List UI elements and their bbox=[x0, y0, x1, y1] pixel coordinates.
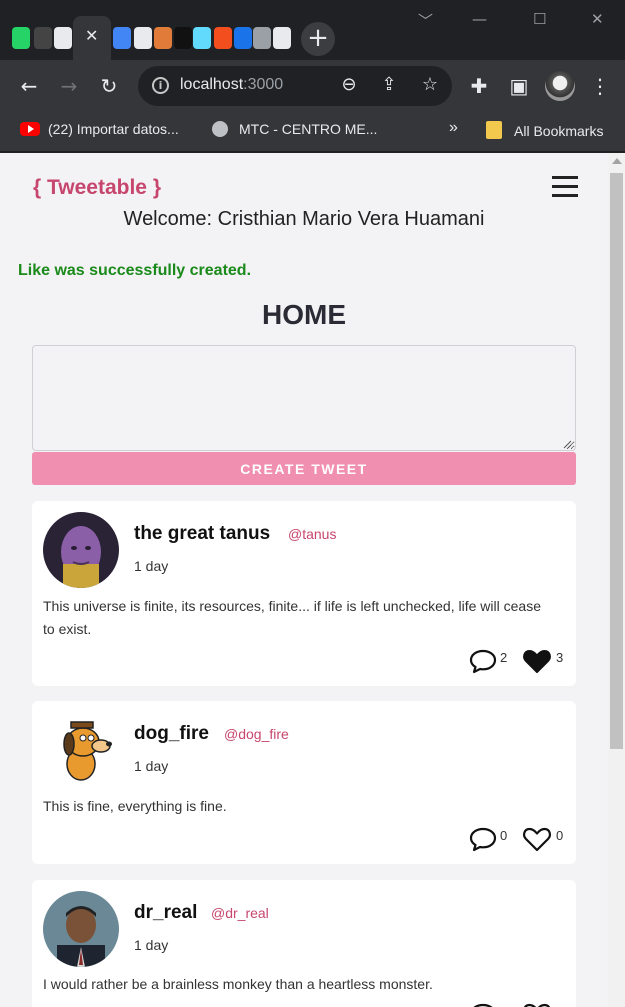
comment-icon bbox=[473, 1003, 493, 1007]
tweet-actions bbox=[468, 1002, 564, 1007]
bookmarks-overflow-icon[interactable]: » bbox=[449, 119, 458, 137]
side-panel-icon[interactable]: ▣ bbox=[507, 74, 531, 98]
like-count: 3 bbox=[556, 650, 564, 665]
heart-outline-icon bbox=[523, 827, 551, 852]
tweet-time: 1 day bbox=[134, 758, 169, 774]
heart-filled-icon bbox=[523, 650, 551, 673]
tweet-actions: 0 0 bbox=[468, 826, 564, 852]
page-scrollbar[interactable] bbox=[608, 153, 625, 1007]
star-icon[interactable]: ☆ bbox=[419, 74, 441, 95]
tweet-time: 1 day bbox=[134, 937, 169, 953]
whatsapp-tab-icon[interactable] bbox=[12, 27, 30, 49]
comment-button[interactable] bbox=[468, 1002, 508, 1007]
code-tab-icon[interactable] bbox=[174, 27, 192, 49]
welcome-message: Welcome: Cristhian Mario Vera Huamani bbox=[123, 208, 485, 230]
figma-tab-icon[interactable] bbox=[214, 27, 232, 49]
like-button[interactable] bbox=[522, 1002, 564, 1007]
like-button[interactable]: 3 bbox=[522, 648, 564, 674]
like-button[interactable]: 0 bbox=[522, 826, 564, 852]
all-bookmarks[interactable]: All Bookmarks bbox=[486, 121, 603, 139]
youtube-icon bbox=[20, 122, 40, 136]
browser-toolbar: ← → ↻ i localhost:3000 ⊖ ⇪ ☆ ✚ ▣ ⋮ bbox=[0, 60, 625, 112]
bookmarks-bar: (22) Importar datos... MTC - CENTRO ME..… bbox=[0, 112, 625, 152]
tab-strip: ✕ + ﹀ — ☐ ✕ bbox=[0, 0, 625, 60]
dog-avatar[interactable] bbox=[43, 712, 119, 788]
tweet-body: This universe is finite, its resources, … bbox=[43, 598, 541, 637]
tweet-body: This is fine, everything is fine. bbox=[43, 798, 227, 814]
tweet-author-handle[interactable]: @dr_real bbox=[211, 905, 269, 921]
heart-outline-icon bbox=[523, 1003, 551, 1007]
resize-handle-icon[interactable] bbox=[562, 439, 572, 449]
scientist-avatar[interactable] bbox=[43, 891, 119, 967]
github-tab-icon[interactable] bbox=[54, 27, 72, 49]
url-text[interactable]: localhost:3000 bbox=[180, 76, 283, 94]
google-tab-icon[interactable] bbox=[134, 27, 152, 49]
scroll-up-arrow-icon[interactable] bbox=[612, 158, 622, 164]
page-title: HOME bbox=[262, 299, 346, 330]
active-tab[interactable]: ✕ bbox=[73, 16, 111, 60]
close-tab-icon[interactable]: ✕ bbox=[85, 28, 98, 44]
tweet-composer[interactable] bbox=[32, 345, 576, 451]
like-count: 0 bbox=[556, 828, 564, 843]
comment-button[interactable]: 2 bbox=[468, 648, 508, 674]
menu-icon[interactable]: ⋮ bbox=[588, 74, 612, 98]
back-icon[interactable]: ← bbox=[17, 74, 41, 98]
reload-icon[interactable]: ↻ bbox=[97, 74, 121, 98]
comment-count: 2 bbox=[500, 650, 508, 665]
brand-logo[interactable]: { Tweetable } bbox=[33, 176, 161, 200]
tweet-author-handle[interactable]: @tanus bbox=[288, 526, 336, 542]
basketball-tab-icon[interactable] bbox=[154, 27, 172, 49]
minimize-icon[interactable]: — bbox=[472, 10, 487, 28]
hamburger-menu-icon[interactable] bbox=[552, 176, 578, 198]
window-close-icon[interactable]: ✕ bbox=[591, 10, 604, 28]
flash-notice: Like was successfully created. bbox=[18, 262, 252, 279]
translate-tab-icon[interactable] bbox=[113, 27, 131, 49]
tweet-author-name[interactable]: dr_real bbox=[134, 902, 197, 924]
comment-icon bbox=[469, 827, 497, 852]
site-tab-icon[interactable] bbox=[253, 27, 271, 49]
comment-count: 0 bbox=[500, 828, 508, 843]
tweet-card: dr_real @dr_real 1 day I would rather be… bbox=[32, 880, 576, 1007]
phone-tab-icon[interactable] bbox=[34, 27, 52, 49]
globe-icon bbox=[212, 121, 228, 137]
extensions-icon[interactable]: ✚ bbox=[467, 74, 491, 98]
page-viewport: { Tweetable } Welcome: Cristhian Mario V… bbox=[0, 153, 625, 1007]
calendar-tab-icon[interactable] bbox=[234, 27, 252, 49]
site-info-icon[interactable]: i bbox=[152, 77, 169, 94]
shield-tab-icon[interactable] bbox=[273, 27, 291, 49]
tweet-time: 1 day bbox=[134, 558, 169, 574]
profile-avatar[interactable] bbox=[545, 71, 575, 101]
address-bar[interactable]: i localhost:3000 ⊖ ⇪ ☆ bbox=[138, 66, 452, 106]
zoom-icon[interactable]: ⊖ bbox=[338, 74, 360, 95]
comment-icon bbox=[469, 649, 497, 674]
forward-icon[interactable]: → bbox=[57, 74, 81, 98]
new-tab-button[interactable]: + bbox=[301, 22, 335, 56]
react-tab-icon[interactable] bbox=[193, 27, 211, 49]
tweet-author-name[interactable]: the great tanus bbox=[134, 523, 270, 545]
scrollbar-thumb[interactable] bbox=[610, 173, 623, 749]
thanos-avatar[interactable] bbox=[43, 512, 119, 588]
tab-search-icon[interactable]: ﹀ bbox=[418, 10, 433, 31]
tweet-card: dog_fire @dog_fire 1 day This is fine, e… bbox=[32, 701, 576, 864]
tweet-actions: 2 3 bbox=[468, 648, 564, 674]
bookmark-mtc[interactable]: MTC - CENTRO ME... bbox=[212, 121, 377, 137]
tweet-author-name[interactable]: dog_fire bbox=[134, 723, 209, 745]
bookmark-youtube[interactable]: (22) Importar datos... bbox=[20, 121, 179, 137]
tweet-card: the great tanus @tanus 1 day This univer… bbox=[32, 501, 576, 686]
create-tweet-button[interactable]: Create tweet bbox=[32, 452, 576, 485]
maximize-icon[interactable]: ☐ bbox=[533, 10, 546, 28]
folder-icon bbox=[486, 121, 502, 139]
tweet-body: I would rather be a brainless monkey tha… bbox=[43, 976, 433, 992]
comment-button[interactable]: 0 bbox=[468, 826, 508, 852]
tweet-author-handle[interactable]: @dog_fire bbox=[224, 726, 289, 742]
share-icon[interactable]: ⇪ bbox=[378, 74, 400, 95]
